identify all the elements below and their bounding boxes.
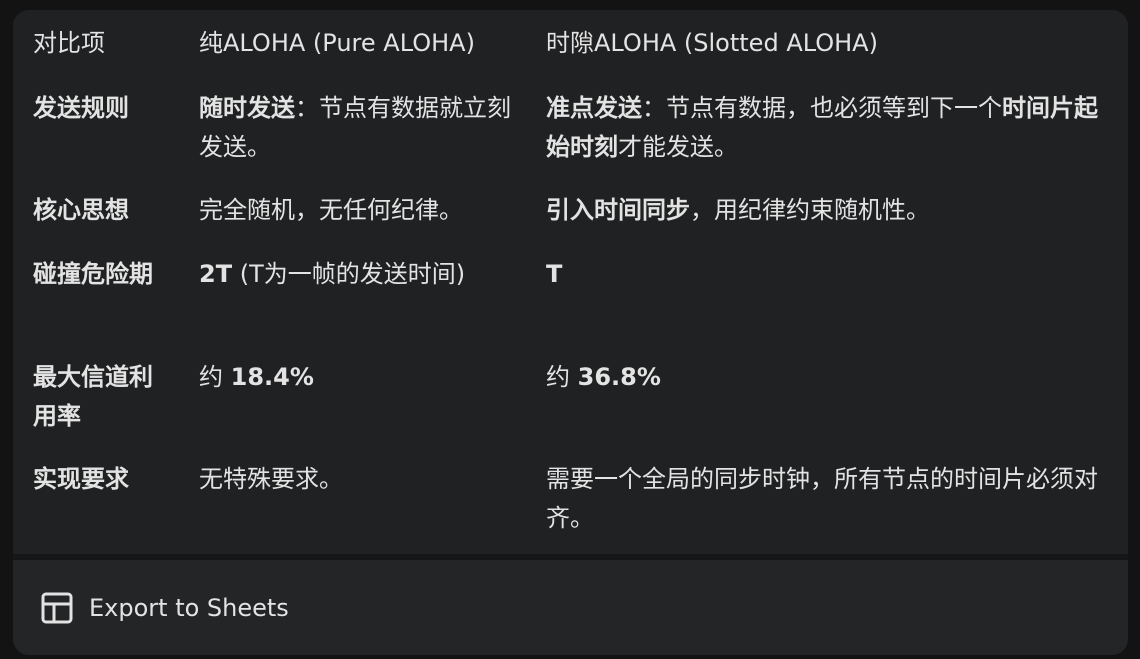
cell-slotted: 约 36.8% [546,358,1106,397]
bold-text: 引入时间同步 [546,196,690,224]
text: 约 [546,363,578,391]
bold-text: 随时发送 [199,94,295,122]
bold-text: T [546,260,563,288]
table-grid-icon [41,592,73,624]
cell-slotted: 需要一个全局的同步时钟，所有节点的时间片必须对齐。 [546,460,1106,538]
text: 无特殊要求。 [199,465,343,493]
row-label: 实现要求 [33,465,129,493]
table-row-core-idea: 核心思想 完全随机，无任何纪律。 引入时间同步，用纪律约束随机性。 [13,196,1128,261]
table-row-requirements: 实现要求 无特殊要求。 需要一个全局的同步时钟，所有节点的时间片必须对齐。 [13,465,1128,554]
bold-text: 2T [199,260,233,288]
cell-pure: 约 18.4% [199,358,511,397]
bold-text: 准点发送 [546,94,642,122]
table-footer: Export to Sheets [13,560,1128,655]
cell-slotted: 引入时间同步，用纪律约束随机性。 [546,191,1106,230]
bold-text: 36.8% [577,363,661,391]
cell-pure: 2T (T为一帧的发送时间) [199,255,511,294]
table-row-send-rule: 发送规则 随时发送：节点有数据就立刻发送。 准点发送：节点有数据，也必须等到下一… [13,94,1128,197]
text: 约 [199,363,231,391]
table-header-row: 对比项 纯ALOHA (Pure ALOHA) 时隙ALOHA (Slotted… [13,10,1128,95]
header-pure-aloha: 纯ALOHA (Pure ALOHA) [199,29,475,57]
header-item: 对比项 [33,29,105,57]
cell-slotted: 准点发送：节点有数据，也必须等到下一个时间片起始时刻才能发送。 [546,89,1106,167]
text: 才能发送。 [618,133,738,161]
text: ，用纪律约束随机性。 [690,196,930,224]
comparison-table-card: 对比项 纯ALOHA (Pure ALOHA) 时隙ALOHA (Slotted… [13,10,1128,655]
text: 完全随机，无任何纪律。 [199,196,463,224]
table-row-max-utilization: 最大信道利用率 约 18.4% 约 36.8% [13,363,1128,466]
text: ：节点有数据，也必须等到下一个 [642,94,1002,122]
export-to-sheets-label: Export to Sheets [89,594,289,622]
text: (T为一帧的发送时间) [232,260,466,288]
text: 需要一个全局的同步时钟，所有节点的时间片必须对齐。 [546,465,1098,532]
cell-slotted: T [546,255,1106,294]
row-label: 核心思想 [33,196,129,224]
header-slotted-aloha: 时隙ALOHA (Slotted ALOHA) [546,29,878,57]
cell-pure: 随时发送：节点有数据就立刻发送。 [199,89,511,167]
row-label: 发送规则 [33,94,129,122]
cell-pure: 无特殊要求。 [199,460,511,499]
table-row-vulnerable-period: 碰撞危险期 2T (T为一帧的发送时间) T [13,260,1128,364]
export-to-sheets-button[interactable]: Export to Sheets [27,582,303,634]
row-label: 碰撞危险期 [33,260,153,288]
bold-text: 18.4% [230,363,314,391]
cell-pure: 完全随机，无任何纪律。 [199,191,511,230]
comparison-table: 对比项 纯ALOHA (Pure ALOHA) 时隙ALOHA (Slotted… [13,10,1128,554]
row-label: 最大信道利用率 [33,363,153,430]
